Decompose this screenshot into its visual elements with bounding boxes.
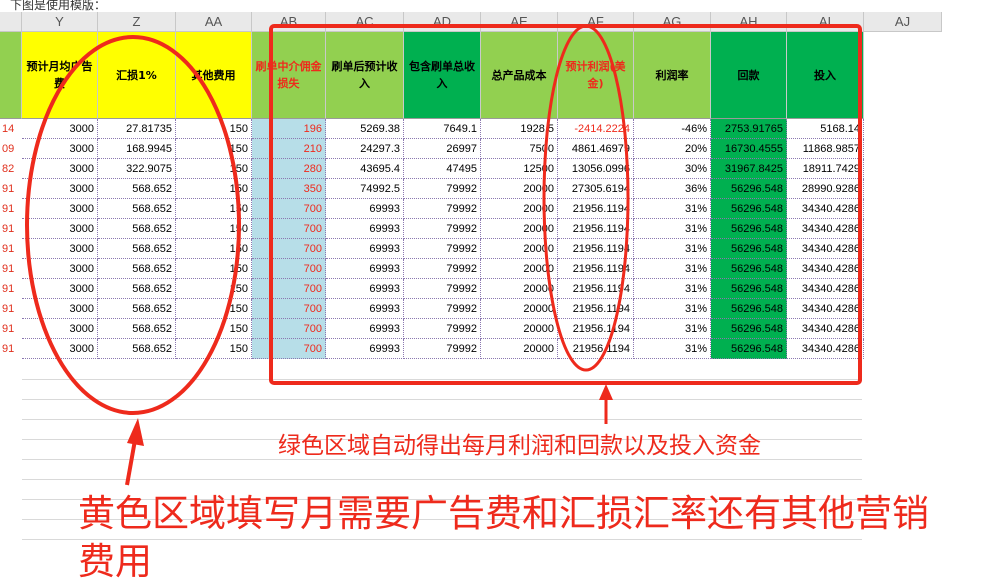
profit-column-circle: [542, 24, 630, 372]
arrow-up-large-shaft: [125, 439, 137, 486]
yellow-region-circle: [25, 35, 241, 415]
arrow-up-small-icon: [599, 384, 613, 400]
arrow-up-large-icon: [127, 418, 144, 446]
yellow-region-note: 黄色区域填写月需要广告费和汇损汇率还有其他营销费用: [78, 492, 929, 583]
green-region-note: 绿色区域自动得出每月利润和回款以及投入资金: [278, 433, 761, 459]
green-region-rectangle: [269, 24, 862, 385]
